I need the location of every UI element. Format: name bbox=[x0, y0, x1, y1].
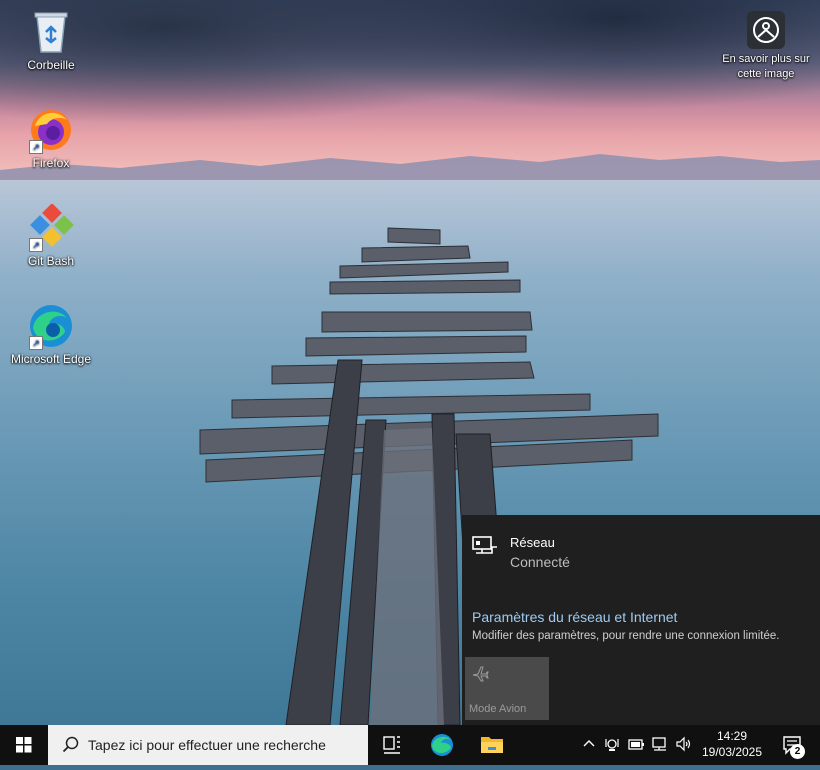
camera-icon[interactable] bbox=[603, 735, 621, 753]
ethernet-icon bbox=[472, 535, 498, 557]
task-view-button[interactable] bbox=[370, 725, 414, 765]
network-settings-link[interactable]: Paramètres du réseau et Internet bbox=[472, 609, 677, 625]
clock[interactable]: 14:29 19/03/2025 bbox=[696, 728, 768, 760]
notification-badge: 2 bbox=[790, 744, 805, 759]
microsoft-edge-label: Microsoft Edge bbox=[10, 352, 92, 366]
clock-time: 14:29 bbox=[716, 729, 748, 743]
taskbar: Tapez ici pour effectuer une recherche 1… bbox=[0, 725, 820, 765]
notification-center-button[interactable]: 2 bbox=[774, 725, 814, 765]
desktop-icon-git-bash[interactable]: ↗ Git Bash bbox=[6, 203, 96, 269]
network-icon[interactable] bbox=[651, 735, 669, 753]
volume-icon[interactable] bbox=[675, 735, 693, 753]
network-status: Connecté bbox=[510, 554, 570, 570]
chevron-up-icon[interactable] bbox=[580, 735, 598, 753]
recycle-bin-label: Corbeille bbox=[27, 58, 75, 72]
firefox-icon: ↗ bbox=[27, 106, 75, 154]
recycle-bin-icon bbox=[27, 8, 75, 56]
windows-logo-icon bbox=[16, 737, 32, 753]
shortcut-arrow-icon: ↗ bbox=[29, 336, 43, 350]
camera-info-icon bbox=[746, 10, 786, 50]
file-explorer-icon bbox=[481, 737, 503, 753]
search-placeholder: Tapez ici pour effectuer une recherche bbox=[88, 737, 326, 753]
shortcut-arrow-icon: ↗ bbox=[29, 140, 43, 154]
edge-icon bbox=[431, 734, 453, 756]
desktop-icon-microsoft-edge[interactable]: ↗ Microsoft Edge bbox=[6, 302, 96, 367]
airplane-icon bbox=[471, 665, 489, 683]
taskbar-file-explorer-button[interactable] bbox=[470, 725, 514, 765]
desktop-icon-firefox[interactable]: ↗ Firefox bbox=[6, 106, 96, 171]
desktop-icon-learn-more[interactable]: En savoir plus sur cette image bbox=[718, 10, 814, 82]
airplane-mode-toggle[interactable]: Mode Avion bbox=[465, 657, 549, 720]
network-settings-description: Modifier des paramètres, pour rendre une… bbox=[472, 630, 780, 642]
taskbar-edge-button[interactable] bbox=[420, 725, 464, 765]
battery-icon[interactable] bbox=[627, 735, 645, 753]
search-input[interactable]: Tapez ici pour effectuer une recherche bbox=[48, 725, 368, 765]
git-bash-label: Git Bash bbox=[27, 254, 75, 268]
search-icon bbox=[62, 736, 79, 753]
task-view-icon bbox=[383, 736, 400, 754]
git-bash-icon: ↗ bbox=[27, 203, 75, 252]
network-flyout: Réseau Connecté Paramètres du réseau et … bbox=[462, 515, 820, 725]
airplane-mode-label: Mode Avion bbox=[469, 703, 527, 715]
firefox-label: Firefox bbox=[32, 156, 70, 170]
desktop-icon-recycle-bin[interactable]: Corbeille bbox=[6, 8, 96, 73]
clock-date: 19/03/2025 bbox=[701, 745, 763, 759]
learn-more-label: En savoir plus sur cette image bbox=[722, 53, 810, 80]
shortcut-arrow-icon: ↗ bbox=[29, 238, 43, 252]
network-name[interactable]: Réseau bbox=[510, 535, 555, 550]
start-button[interactable] bbox=[0, 725, 48, 765]
edge-icon: ↗ bbox=[27, 302, 75, 350]
